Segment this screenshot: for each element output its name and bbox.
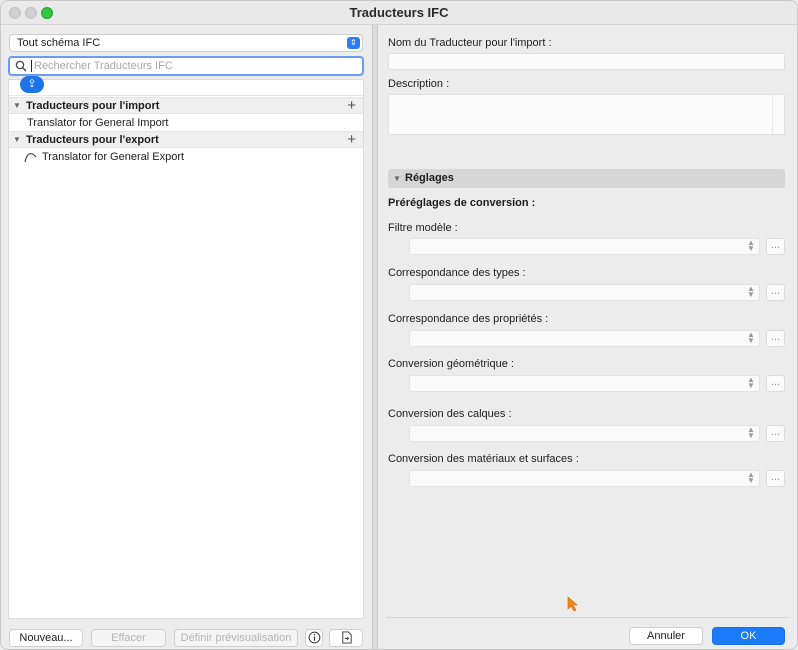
model-filter-popup[interactable]: ▲ ▼ <box>409 238 760 255</box>
type-mapping-label: Correspondance des types : <box>388 267 526 279</box>
layer-conversion-popup[interactable]: ▲ ▼ <box>409 425 760 442</box>
list-item-label: Translator for General Import <box>27 117 169 129</box>
translator-detail-pane: Nom du Traducteur pour l'import : Descri… <box>378 26 797 649</box>
disclosure-triangle-icon[interactable]: ▼ <box>13 101 21 110</box>
cancel-button[interactable]: Annuler <box>629 627 703 645</box>
group-import-label: Traducteurs pour l'import <box>26 100 160 112</box>
group-export[interactable]: ▼ Traducteurs pour l'export + <box>9 131 363 148</box>
stepper-icon: ▲ ▼ <box>747 425 755 440</box>
model-filter-more-button[interactable]: ... <box>766 238 785 255</box>
translator-name-label: Nom du Traducteur pour l'import : <box>388 37 552 49</box>
add-import-translator-plus-icon[interactable]: + <box>347 97 356 114</box>
ok-button[interactable]: OK <box>712 627 785 645</box>
window-title: Traducteurs IFC <box>349 5 449 20</box>
stepper-icon: ▲ ▼ <box>747 375 755 390</box>
define-preview-button[interactable]: Définir prévisualisation <box>174 629 298 647</box>
add-export-translator-plus-icon[interactable]: + <box>347 131 356 148</box>
info-icon <box>308 631 320 644</box>
group-import[interactable]: ▼ Traducteurs pour l'import + <box>9 97 363 114</box>
stepper-icon: ▲ ▼ <box>747 284 755 299</box>
list-item-label: Translator for General Export <box>42 151 185 163</box>
list-header-row <box>9 80 363 96</box>
description-field[interactable] <box>388 94 785 135</box>
stepper-icon: ▲ ▼ <box>747 238 755 253</box>
translator-list-pane: Tout schéma IFC ⇕ ▼ Traducteurs pour l'i… <box>1 26 372 649</box>
materials-conversion-more-button[interactable]: ... <box>766 470 785 487</box>
settings-section-label: Réglages <box>405 172 454 184</box>
text-caret <box>31 60 32 72</box>
property-mapping-more-button[interactable]: ... <box>766 330 785 347</box>
stepper-icon: ⇕ <box>347 37 360 49</box>
schema-filter-select[interactable]: Tout schéma IFC ⇕ <box>9 34 363 52</box>
group-export-label: Traducteurs pour l'export <box>26 134 159 146</box>
search-input[interactable]: Rechercher Traducteurs IFC <box>8 56 364 76</box>
materials-conversion-label: Conversion des matériaux et surfaces : <box>388 453 579 465</box>
description-label: Description : <box>388 78 450 90</box>
layer-conversion-more-button[interactable]: ... <box>766 425 785 442</box>
geometry-conversion-label: Conversion géométrique : <box>388 358 514 370</box>
curve-icon <box>24 152 37 163</box>
mouse-cursor-icon <box>567 596 578 612</box>
geometry-conversion-more-button[interactable]: ... <box>766 375 785 392</box>
conversion-presets-label: Préréglages de conversion : <box>388 197 536 209</box>
info-button[interactable] <box>305 629 323 647</box>
disclosure-triangle-icon[interactable]: ▼ <box>393 174 401 183</box>
translator-name-field[interactable] <box>388 53 785 70</box>
delete-button[interactable]: Effacer <box>91 629 166 647</box>
export-file-icon <box>341 631 352 644</box>
new-button[interactable]: Nouveau... <box>9 629 83 647</box>
geometry-conversion-popup[interactable]: ▲ ▼ <box>409 375 760 392</box>
layer-conversion-label: Conversion des calques : <box>388 408 512 420</box>
search-placeholder: Rechercher Traducteurs IFC <box>34 60 173 72</box>
title-bar: Traducteurs IFC <box>1 1 797 25</box>
description-scrollbar[interactable] <box>772 95 784 134</box>
search-icon <box>15 60 27 72</box>
stepper-icon: ▲ ▼ <box>747 470 755 485</box>
schema-filter-value: Tout schéma IFC <box>17 37 101 49</box>
materials-conversion-popup[interactable]: ▲ ▼ <box>409 470 760 487</box>
property-mapping-label: Correspondance des propriétés : <box>388 313 549 325</box>
translator-list: ▼ Traducteurs pour l'import + Translator… <box>8 79 364 619</box>
translators-window: Traducteurs IFC Tout schéma IFC ⇕ ▼ Trad… <box>0 0 798 650</box>
shift-badge-icon: ⇪ <box>20 76 44 93</box>
footer-divider <box>386 617 789 618</box>
stepper-icon: ▲ ▼ <box>747 330 755 345</box>
type-mapping-more-button[interactable]: ... <box>766 284 785 301</box>
type-mapping-popup[interactable]: ▲ ▼ <box>409 284 760 301</box>
property-mapping-popup[interactable]: ▲ ▼ <box>409 330 760 347</box>
settings-section-header[interactable]: ▼ Réglages <box>388 169 785 188</box>
export-button[interactable] <box>329 629 363 647</box>
model-filter-label: Filtre modèle : <box>388 222 458 234</box>
list-item-export-translator[interactable]: Translator for General Export <box>9 149 363 166</box>
disclosure-triangle-icon[interactable]: ▼ <box>13 135 21 144</box>
list-item-import-translator[interactable]: Translator for General Import <box>9 115 363 132</box>
